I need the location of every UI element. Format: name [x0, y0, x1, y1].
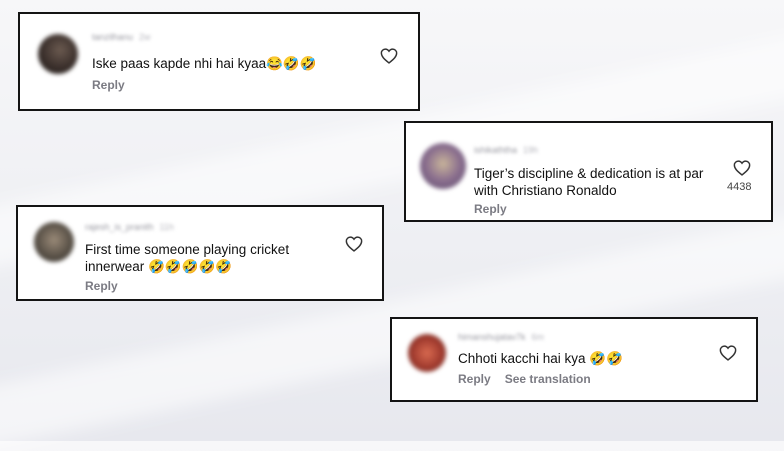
heart-icon[interactable] — [345, 236, 363, 252]
comment-card-3: rajesh_is_pranith 11h First time someone … — [16, 205, 384, 301]
username[interactable]: himanshujatav7k — [458, 332, 526, 342]
heart-icon[interactable] — [380, 48, 398, 64]
timestamp: 19h — [523, 145, 539, 155]
comment-card-4: himanshujatav7k 6m Chhoti kacchi hai kya … — [390, 317, 758, 402]
avatar[interactable] — [38, 34, 78, 74]
comment-card-1: tanzilhanu 2w Iske paas kapde nhi hai kya… — [18, 12, 420, 111]
comment-actions: Reply — [92, 78, 125, 92]
timestamp: 6m — [531, 332, 545, 342]
username[interactable]: rajesh_is_pranith — [85, 222, 154, 232]
comment-meta: tanzilhanu 2w — [92, 32, 151, 42]
like-count: 4438 — [727, 181, 752, 193]
comment-actions: Reply — [85, 279, 118, 293]
comment-meta: ishikaththa 19h — [474, 145, 538, 155]
heart-icon[interactable] — [719, 345, 737, 361]
comment-meta: himanshujatav7k 6m — [458, 332, 544, 342]
comment-actions: Reply See translation — [458, 372, 591, 386]
comment-text: Chhoti kacchi hai kya 🤣🤣 — [458, 351, 623, 366]
timestamp: 2w — [139, 32, 151, 42]
comment-meta: rajesh_is_pranith 11h — [85, 222, 174, 232]
reply-button[interactable]: Reply — [458, 372, 491, 386]
avatar[interactable] — [408, 334, 446, 372]
comment-text: First time someone playing cricket inner… — [85, 242, 290, 274]
avatar[interactable] — [420, 143, 466, 189]
reply-button[interactable]: Reply — [92, 78, 125, 92]
heart-icon[interactable] — [733, 160, 751, 176]
comment-text: Tiger’s discipline & dedication is at pa… — [474, 166, 704, 198]
timestamp: 11h — [159, 222, 174, 232]
see-translation-button[interactable]: See translation — [505, 372, 591, 386]
reply-button[interactable]: Reply — [85, 279, 118, 293]
comment-actions: Reply — [474, 202, 507, 216]
reply-button[interactable]: Reply — [474, 202, 507, 216]
comment-text: Iske paas kapde nhi hai kyaa😂🤣🤣 — [92, 56, 317, 71]
username[interactable]: tanzilhanu — [92, 32, 133, 42]
comment-card-2: ishikaththa 19h Tiger’s discipline & dedi… — [404, 121, 773, 222]
username[interactable]: ishikaththa — [474, 145, 517, 155]
avatar[interactable] — [34, 222, 74, 262]
